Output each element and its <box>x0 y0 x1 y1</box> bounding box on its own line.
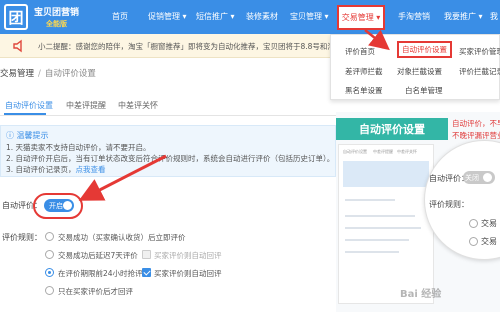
breadcrumb-separator: / <box>38 69 41 79</box>
mini-tab-2: 中差评提醒 <box>373 149 393 154</box>
mag-radio-2 <box>469 237 478 246</box>
mag-rule-label: 评价规则： <box>429 200 469 209</box>
mag-radio-1 <box>469 219 478 228</box>
logo-char: 团 <box>8 8 24 27</box>
mag-option-2: 交易 <box>481 237 497 246</box>
rule-radio-3[interactable] <box>45 268 54 277</box>
tab-bad-review-alert[interactable]: 中差评提醒 <box>66 100 106 111</box>
auto-reply-label-2: 买家评价则自动回评 <box>154 251 222 260</box>
rule-option-1: 交易成功（买家确认收货）后立即评价 <box>58 233 186 242</box>
nav-mobile[interactable]: 手淘营销 <box>398 11 430 22</box>
rule-radio-1[interactable] <box>45 232 54 241</box>
rule-radio-4[interactable] <box>45 286 54 295</box>
menu-block-records[interactable]: 评价拦截记录 <box>459 66 500 77</box>
mag-toggle-knob <box>483 173 492 182</box>
rule-radio-2[interactable] <box>45 250 54 259</box>
menu-buyer-review[interactable]: 买家评价管理 <box>459 46 500 57</box>
tip-line-1: 1. 天猫卖家不支持自动评价，请不要开启。 <box>6 143 151 152</box>
tab-auto-review[interactable]: 自动评价设置 <box>5 100 53 111</box>
rule-option-4: 只在买家评价后才回评 <box>58 287 133 296</box>
nav-trade[interactable]: 交易管理 ▾ <box>337 5 385 30</box>
mini-row <box>345 227 421 229</box>
nav-sms[interactable]: 短信推广 ▾ <box>196 11 235 22</box>
menu-auto-review[interactable]: 自动评价设置 <box>397 41 452 58</box>
mag-toggle-text: 关闭 <box>465 174 479 182</box>
info-icon: ⓘ <box>6 131 17 140</box>
mini-row <box>345 199 395 201</box>
breadcrumb-root[interactable]: 交易管理 <box>0 69 34 79</box>
toggle-knob <box>63 201 72 210</box>
watermark: Bai 经验 <box>400 289 442 300</box>
nav-ads[interactable]: 我要推广 ▾ <box>444 11 483 22</box>
notice-text: 小二提醒：感谢您的陪伴，淘宝「橱窗推荐」即将变为自动化推荐，宝贝团将于8.8号和… <box>38 42 335 51</box>
rule-option-3: 在评价期限前24小时抢评 <box>58 269 143 278</box>
mini-tab-1: 自动评价设置 <box>343 149 367 154</box>
mini-tips <box>343 161 429 187</box>
nav-promotion[interactable]: 促销管理 ▾ <box>148 11 187 22</box>
auto-reply-checkbox-3[interactable] <box>142 268 151 277</box>
tips-box: ⓘ 温馨提示 1. 天猫卖家不支持自动评价，请不要开启。 2. 自动评价开启后，… <box>0 125 336 177</box>
menu-block-settings[interactable]: 对象拦截设置 <box>397 66 442 77</box>
nav-goods[interactable]: 宝贝管理 ▾ <box>290 11 329 22</box>
breadcrumb-current: 自动评价设置 <box>44 69 96 79</box>
promo-slogan-2: 不晚评漏评营业 <box>452 131 500 140</box>
toggle-text: 开启 <box>49 202 63 210</box>
mag-toggle: 关闭 <box>463 171 495 184</box>
mini-screenshot: 自动评价设置 中差评提醒 中差评关怀 <box>338 144 434 304</box>
tip-line-2: 2. 自动评价开启后，当有订单状态改变后符合评价规则时，系统会自动进行评价（包括… <box>6 154 335 163</box>
menu-blacklist[interactable]: 黑名单设置 <box>345 85 383 96</box>
promo-panel: 自动评价设置 自动评价，不早评晚 不晚评漏评营业 自动评价设置 中差评提醒 中差… <box>336 112 500 312</box>
speaker-icon <box>13 39 22 53</box>
rule-option-2: 交易成功后延迟7天评价 <box>58 251 138 260</box>
nav-decoration[interactable]: 装修素材 <box>246 11 278 22</box>
brand-name: 宝贝团营销 <box>34 8 80 18</box>
auto-reply-label-3: 买家评价则自动回评 <box>154 269 222 278</box>
view-records-link[interactable]: 点我查看 <box>76 165 106 174</box>
nav-home[interactable]: 首页 <box>112 11 128 22</box>
nav-me[interactable]: 我 <box>490 11 498 22</box>
tab-bad-review-care[interactable]: 中差评关怀 <box>118 100 158 111</box>
edition-badge: 全能版 <box>46 20 67 28</box>
auto-review-toggle[interactable]: 开启 <box>44 199 74 212</box>
promo-slogan-1: 自动评价，不早评晚 <box>452 119 500 128</box>
tab-bar: 自动评价设置 中差评提醒 中差评关怀 <box>0 98 340 116</box>
mini-row <box>345 251 399 253</box>
mini-row <box>345 239 409 241</box>
promo-title: 自动评价设置 <box>336 118 448 140</box>
mag-option-1: 交易 <box>481 219 497 228</box>
auto-reply-checkbox-2[interactable] <box>142 250 151 259</box>
magnifier-circle: 自动评价： 关闭 评价规则： 交易 交易 <box>424 140 500 260</box>
tip-line-3: 3. 自动评价记录页，点我查看 <box>6 165 106 174</box>
mini-row <box>345 215 415 217</box>
trade-dropdown-menu: 评价首页 自动评价设置 买家评价管理 差评师拦截 对象拦截设置 评价拦截记录 黑… <box>330 34 500 100</box>
menu-bad-reviewer-block[interactable]: 差评师拦截 <box>345 66 383 77</box>
tips-heading: ⓘ 温馨提示 <box>6 131 49 140</box>
menu-whitelist[interactable]: 白名单管理 <box>405 85 443 96</box>
mini-tab-3: 中差评关怀 <box>397 149 417 154</box>
menu-review-home[interactable]: 评价首页 <box>345 46 375 57</box>
breadcrumb: 交易管理 / 自动评价设置 <box>0 67 96 79</box>
tab-indicator <box>4 113 46 115</box>
top-nav: 团 宝贝团营销 全能版 首页 促销管理 ▾ 短信推广 ▾ 装修素材 宝贝管理 ▾… <box>0 0 500 34</box>
logo[interactable]: 团 <box>4 4 28 30</box>
review-rule-label: 评价规则： <box>2 233 42 242</box>
